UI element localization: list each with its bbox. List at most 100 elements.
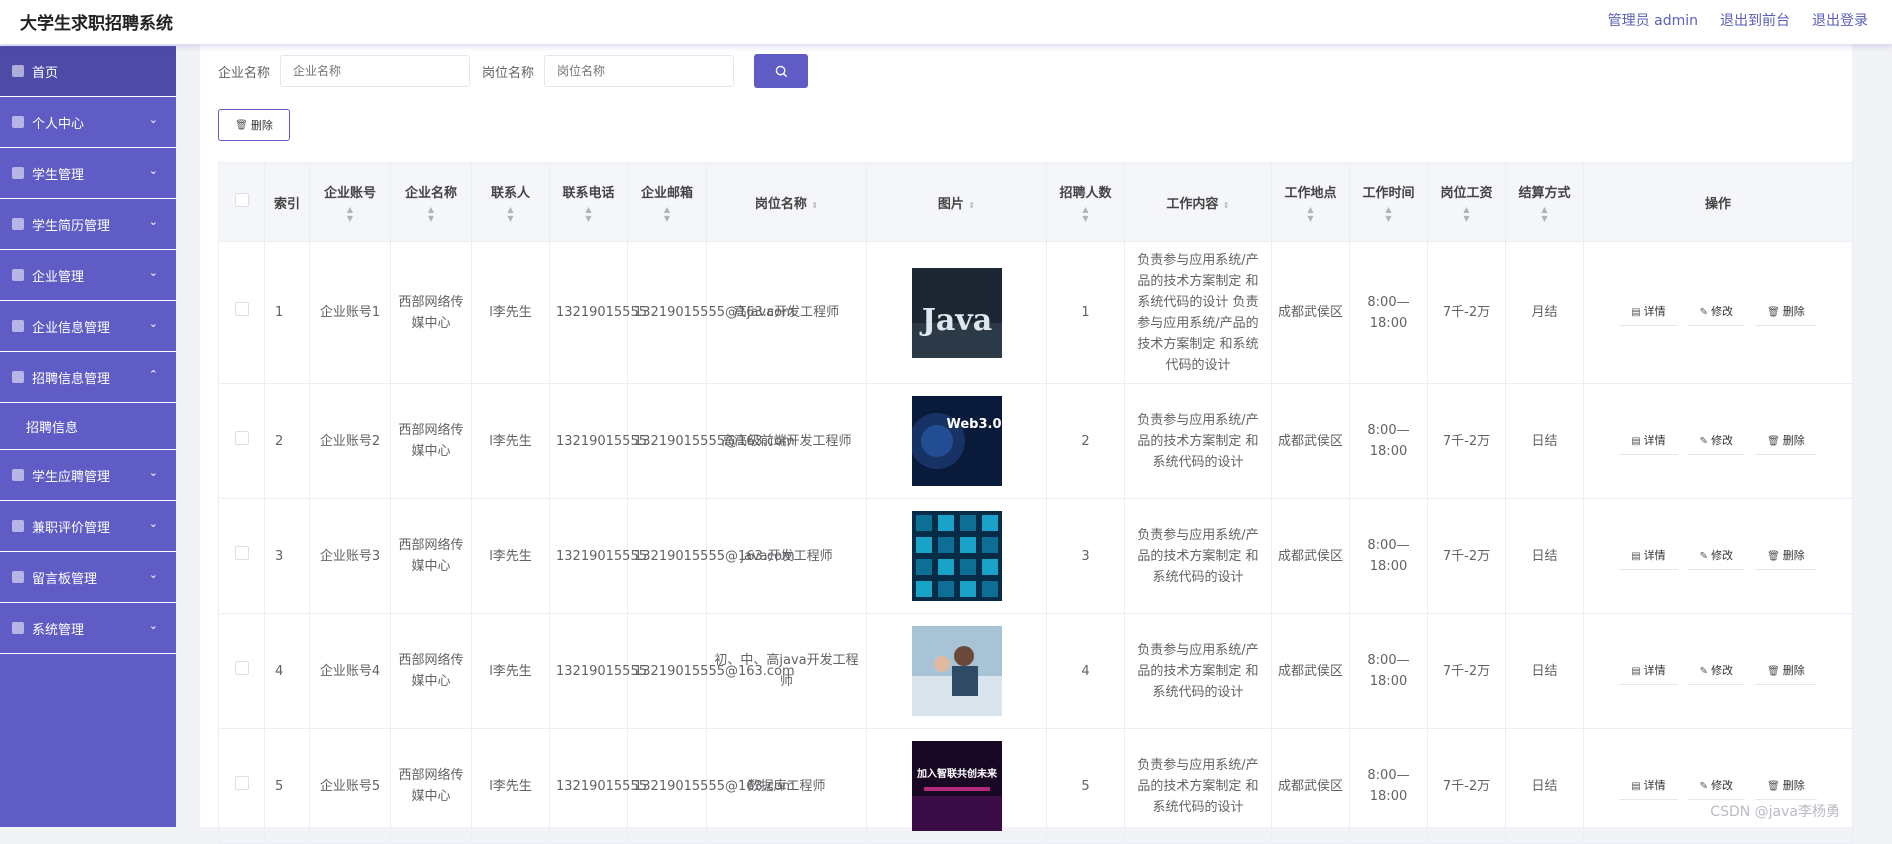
cell-position: 高高级前端开发工程师 [706,383,867,499]
pencil-icon: ✎ [1699,780,1709,792]
search-button[interactable] [754,54,809,88]
cell-content: 负责参与应用系统/产品的技术方案制定 和系统代码的设计 [1124,498,1272,614]
sidebar-subitem-recruitment-info[interactable]: 招聘信息 [0,403,176,450]
sidebar-item-company-info[interactable]: 企业信息管理 ⌄ [0,301,176,352]
sort-icon[interactable]: ▲ ▼ [314,205,386,223]
trash-icon: 🗑 [1767,307,1780,318]
sidebar-item-students[interactable]: 学生管理 ⌄ [0,148,176,199]
sidebar-item-resumes[interactable]: 学生简历管理 ⌄ [0,199,176,250]
edit-button[interactable]: ✎ 修改 [1687,543,1746,570]
delete-button[interactable]: 🗑 删除 [1755,299,1817,326]
edit-button[interactable]: ✎ 修改 [1687,773,1746,800]
edit-label: 修改 [1711,305,1734,318]
column-header-time[interactable]: 工作时间 ▲ ▼ [1349,162,1428,242]
delete-button[interactable]: 🗑 删除 [1755,658,1817,685]
delete-button[interactable]: 🗑 删除 [1755,428,1817,455]
cell-contact: l李先生 [471,241,550,384]
select-all-checkbox[interactable] [234,193,249,207]
row-checkbox[interactable] [234,660,249,675]
column-header-account[interactable]: 企业账号 ▲ ▼ [309,162,391,242]
sort-icon[interactable]: ⇕ [1223,201,1230,210]
detail-button[interactable]: ▤ 详情 [1619,428,1678,455]
detail-button[interactable]: ▤ 详情 [1619,773,1678,800]
select-all-cell[interactable] [218,162,265,242]
sidebar-item-system[interactable]: 系统管理 ⌄ [0,603,176,654]
sidebar-item-companies[interactable]: 企业管理 ⌄ [0,250,176,301]
detail-button[interactable]: ▤ 详情 [1619,543,1678,570]
column-header-label: 联系电话 [562,185,615,201]
home-icon [12,65,24,77]
sidebar-item-recruitment[interactable]: 招聘信息管理 ⌃ [0,352,176,403]
column-header-content[interactable]: 工作内容 ⇕ [1124,162,1272,242]
column-header-salary[interactable]: 岗位工资 ▲ ▼ [1427,162,1506,242]
sidebar-item-messages[interactable]: 留言板管理 ⌄ [0,552,176,603]
trash-icon: 🗑 [1767,780,1780,792]
delete-button[interactable]: 🗑 删除 [1755,543,1817,570]
admin-user-link[interactable]: 管理员 admin [1608,10,1698,30]
row-select-cell[interactable] [218,383,265,499]
sidebar-item-applications[interactable]: 学生应聘管理 ⌄ [0,450,176,501]
cell-image: Web3.0 [866,383,1047,499]
row-select-cell[interactable] [218,241,265,384]
detail-button[interactable]: ▤ 详情 [1619,299,1678,326]
chevron-down-icon: ⌄ [148,568,158,581]
cell-contact: l李先生 [471,728,550,844]
sort-icon[interactable]: ▲ ▼ [1354,205,1423,223]
batch-delete-button[interactable]: 🗑 删除 [218,109,290,141]
row-checkbox[interactable] [234,430,249,445]
detail-label: 详情 [1643,663,1666,677]
sort-icon[interactable]: ▲ ▼ [395,205,467,223]
column-header-count[interactable]: 招聘人数 ▲ ▼ [1046,162,1125,242]
column-header-label: 企业名称 [404,185,457,201]
cell-company: 西部网络传媒中心 [390,498,472,614]
position-name-input[interactable] [544,55,735,87]
sort-icon[interactable]: ▲ ▼ [632,205,702,223]
row-checkbox[interactable] [234,545,249,560]
column-header-label: 招聘人数 [1059,185,1112,201]
column-header-image[interactable]: 图片 ⇕ [866,162,1047,242]
column-header-phone[interactable]: 联系电话 ▲ ▼ [549,162,628,242]
cell-email: 13219015555@163.com [627,613,795,729]
row-select-cell[interactable] [218,728,265,844]
company-name-input[interactable] [280,55,471,87]
cell-salary: 7千-2万 [1427,241,1506,384]
sort-icon[interactable]: ▲ ▼ [554,205,623,223]
sort-icon[interactable]: ▲ ▼ [1510,205,1579,223]
column-header-label: 岗位工资 [1440,185,1493,201]
sidebar-item-reviews[interactable]: 兼职评价管理 ⌄ [0,501,176,552]
row-checkbox[interactable] [234,302,249,316]
document-icon: ▤ [1631,435,1641,447]
delete-button[interactable]: 🗑 删除 [1755,773,1817,800]
sort-icon[interactable]: ⇕ [811,201,818,210]
logout-link[interactable]: 退出登录 [1812,10,1868,30]
sidebar-item-label: 系统管理 [32,622,85,638]
pencil-icon: ✎ [1699,307,1709,318]
column-header-settlement[interactable]: 结算方式 ▲ ▼ [1505,162,1584,242]
sidebar-item-home[interactable]: 首页 [0,46,176,97]
table-row: 2 企业账号2 西部网络传媒中心 l李先生 13219015555 13219015555… [218,383,1853,499]
sort-icon[interactable]: ▲ ▼ [1051,205,1120,223]
column-header-location[interactable]: 工作地点 ▲ ▼ [1271,162,1350,242]
chevron-down-icon: ⌄ [148,164,158,177]
trash-icon: 🗑 [1767,665,1780,677]
sidebar-item-personal-center[interactable]: 个人中心 ⌄ [0,97,176,148]
edit-button[interactable]: ✎ 修改 [1687,299,1746,326]
column-header-company[interactable]: 企业名称 ▲ ▼ [390,162,472,242]
edit-button[interactable]: ✎ 修改 [1687,428,1746,455]
row-select-cell[interactable] [218,498,265,614]
delete-label: 删除 [1782,778,1805,792]
row-select-cell[interactable] [218,613,265,729]
sort-icon[interactable]: ▲ ▼ [1432,205,1501,223]
exit-to-front-link[interactable]: 退出到前台 [1720,10,1790,30]
edit-button[interactable]: ✎ 修改 [1687,658,1746,685]
column-header-position[interactable]: 岗位名称 ⇕ [706,162,867,242]
row-checkbox[interactable] [234,775,249,790]
detail-button[interactable]: ▤ 详情 [1619,658,1678,685]
column-header-email[interactable]: 企业邮箱 ▲ ▼ [627,162,707,242]
sort-icon[interactable]: ▲ ▼ [476,205,545,223]
recruitment-table: 索引 企业账号 ▲ ▼ 企业名称 ▲ ▼ 联系人 ▲ ▼ 联系电话 ▲ ▼ 企业邮箱 ▲ ▼ 岗位名… [218,162,1853,844]
compass-icon [12,622,24,634]
column-header-contact[interactable]: 联系人 ▲ ▼ [471,162,550,242]
sort-icon[interactable]: ⇕ [968,201,975,210]
sort-icon[interactable]: ▲ ▼ [1276,205,1345,223]
